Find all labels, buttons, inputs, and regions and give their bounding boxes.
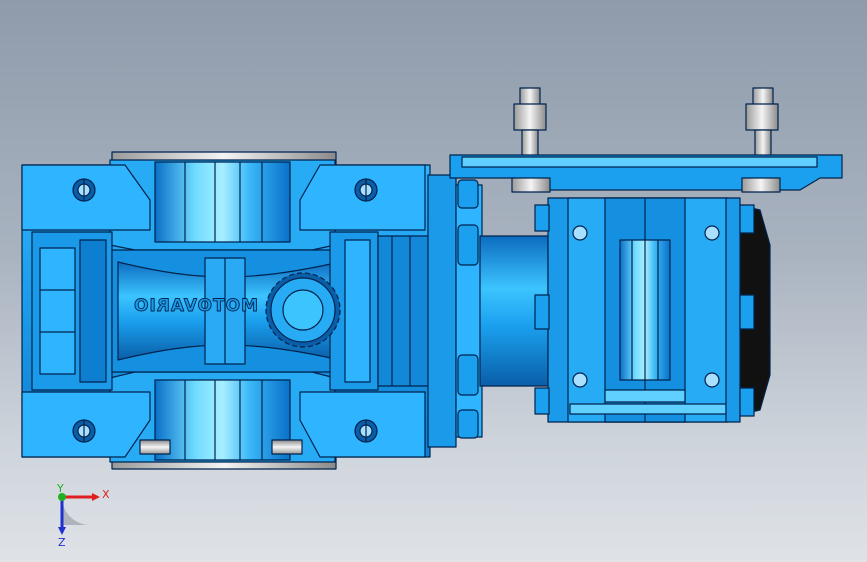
orientation-triad: X Y Z: [56, 482, 110, 549]
worm-housing: [534, 197, 729, 423]
gearbox-model[interactable]: MOTOVARIO X Y Z: [0, 0, 867, 562]
input-adapter: [427, 174, 549, 448]
triad-z-label: Z: [58, 536, 66, 549]
triad-x-label: X: [102, 488, 110, 501]
triad-y-label: Y: [56, 482, 64, 495]
motor-flange: [449, 87, 843, 193]
oil-plug: [265, 272, 341, 348]
cad-viewport[interactable]: MOTOVARIO X Y Z: [0, 0, 867, 562]
rear-seal: [725, 197, 771, 423]
brand-lettering: MOTOVARIO: [133, 296, 258, 316]
